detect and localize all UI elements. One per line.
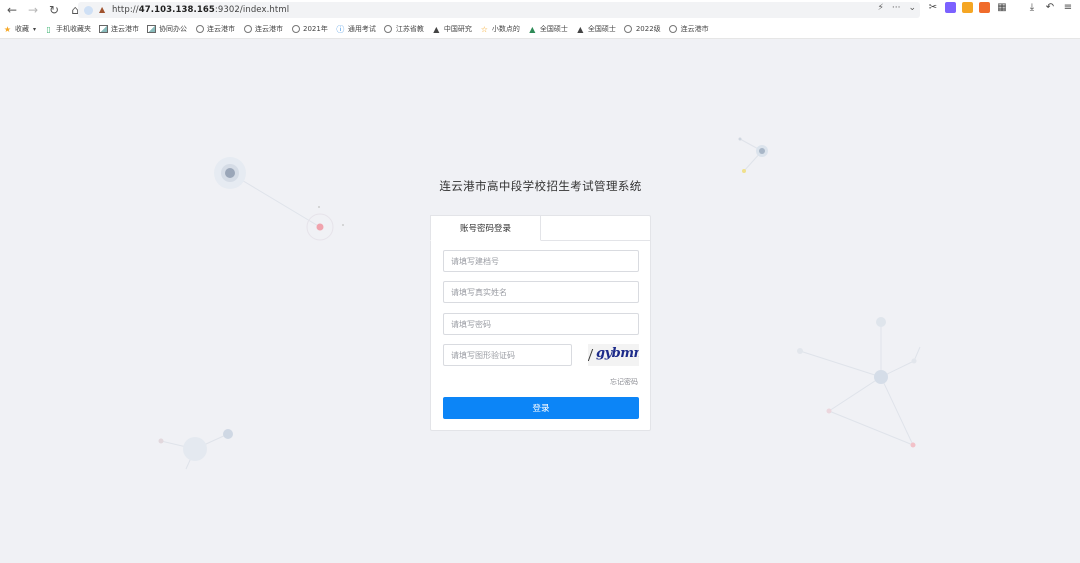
globe-icon [291,25,300,33]
bookmark-item[interactable]: ⓘ 通用考试 [336,24,376,34]
extensions-area: ✂ ▦ ⤓ ↶ ≡ [927,2,1074,13]
globe-icon [669,25,678,33]
password-input[interactable] [443,313,639,335]
login-button[interactable]: 登录 [443,397,639,419]
extension-purple-icon[interactable] [945,2,956,13]
login-card: 账号密码登录 gybmn 忘记密码 登录 [430,215,651,431]
tab-account-password[interactable]: 账号密码登录 [430,215,541,241]
bookmark-item[interactable]: 江苏省教 [384,24,424,34]
cap-icon: ▲ [577,24,584,34]
bookmarks-bar: ★ 收藏 ▾ ▯ 手机收藏夹 连云港市 协同办公 连云港市 连云港市 2021年 ⓘ 通… [0,20,1080,39]
captcha-input[interactable] [443,344,572,366]
scissors-icon[interactable]: ✂ [927,2,939,13]
real-name-input[interactable] [443,281,639,303]
bookmark-item[interactable]: 连云港市 [669,24,709,34]
star-icon: ★ [3,24,12,34]
lightning-icon[interactable]: ⚡ [878,3,884,13]
globe-icon [243,25,252,33]
page-title: 连云港市高中段学校招生考试管理系统 [439,179,642,193]
url-text: http://47.103.138.165:9302/index.html [112,5,290,15]
image-icon [147,25,157,33]
forward-button[interactable]: → [24,1,42,19]
info-icon: ⓘ [336,24,345,34]
reload-button[interactable]: ↻ [45,1,63,19]
bookmark-item[interactable]: 2021年 [291,24,328,34]
back-button[interactable]: ← [3,1,21,19]
captcha-text: gybmn [596,346,639,361]
download-icon[interactable]: ⤓ [1026,2,1038,13]
bookmark-item[interactable]: 2022级 [624,24,661,34]
globe-icon [384,25,393,33]
star-outline-icon: ☆ [480,24,488,34]
captcha-image[interactable]: gybmn [588,344,639,366]
file-number-input[interactable] [443,250,639,272]
bookmark-item[interactable]: ▲ 中国研究 [432,24,472,34]
apps-grid-icon[interactable]: ▦ [996,2,1008,13]
mountain-icon: ▲ [529,24,536,34]
bookmark-item[interactable]: 连云港市 [99,24,139,34]
bookmark-item[interactable]: ▲ 全国硕士 [528,24,568,34]
globe-icon [195,25,204,33]
bookmark-item[interactable]: 连云港市 [195,24,235,34]
bookmark-item[interactable]: ▲ 全国硕士 [576,24,616,34]
login-tabs: 账号密码登录 [430,215,650,241]
globe-icon [624,25,633,33]
forgot-password-link[interactable]: 忘记密码 [610,377,638,387]
bookmark-item[interactable]: ★ 收藏 ▾ [3,24,36,34]
extension-fox-icon[interactable] [979,2,990,13]
security-icon: ▲ [99,5,106,14]
site-info-icon[interactable] [84,5,93,15]
extension-shield-icon[interactable] [962,2,973,13]
phone-icon: ▯ [46,24,51,34]
menu-icon[interactable]: ≡ [1062,2,1074,13]
bookmark-item[interactable]: 协同办公 [147,24,187,34]
image-icon [99,25,109,33]
chevron-down-icon[interactable]: ⌄ [908,3,916,13]
bookmark-item[interactable]: ☆ 小数点的 [480,24,520,34]
cap-icon: ▲ [433,24,440,34]
bookmark-item[interactable]: ▯ 手机收藏夹 [44,24,91,34]
address-bar[interactable]: ▲ http://47.103.138.165:9302/index.html … [78,2,920,18]
more-icon[interactable]: ··· [892,3,901,13]
undo-icon[interactable]: ↶ [1044,2,1056,13]
bookmark-item[interactable]: 连云港市 [243,24,283,34]
browser-toolbar: ← → ↻ ⌂ ▲ http://47.103.138.165:9302/ind… [0,0,1080,20]
